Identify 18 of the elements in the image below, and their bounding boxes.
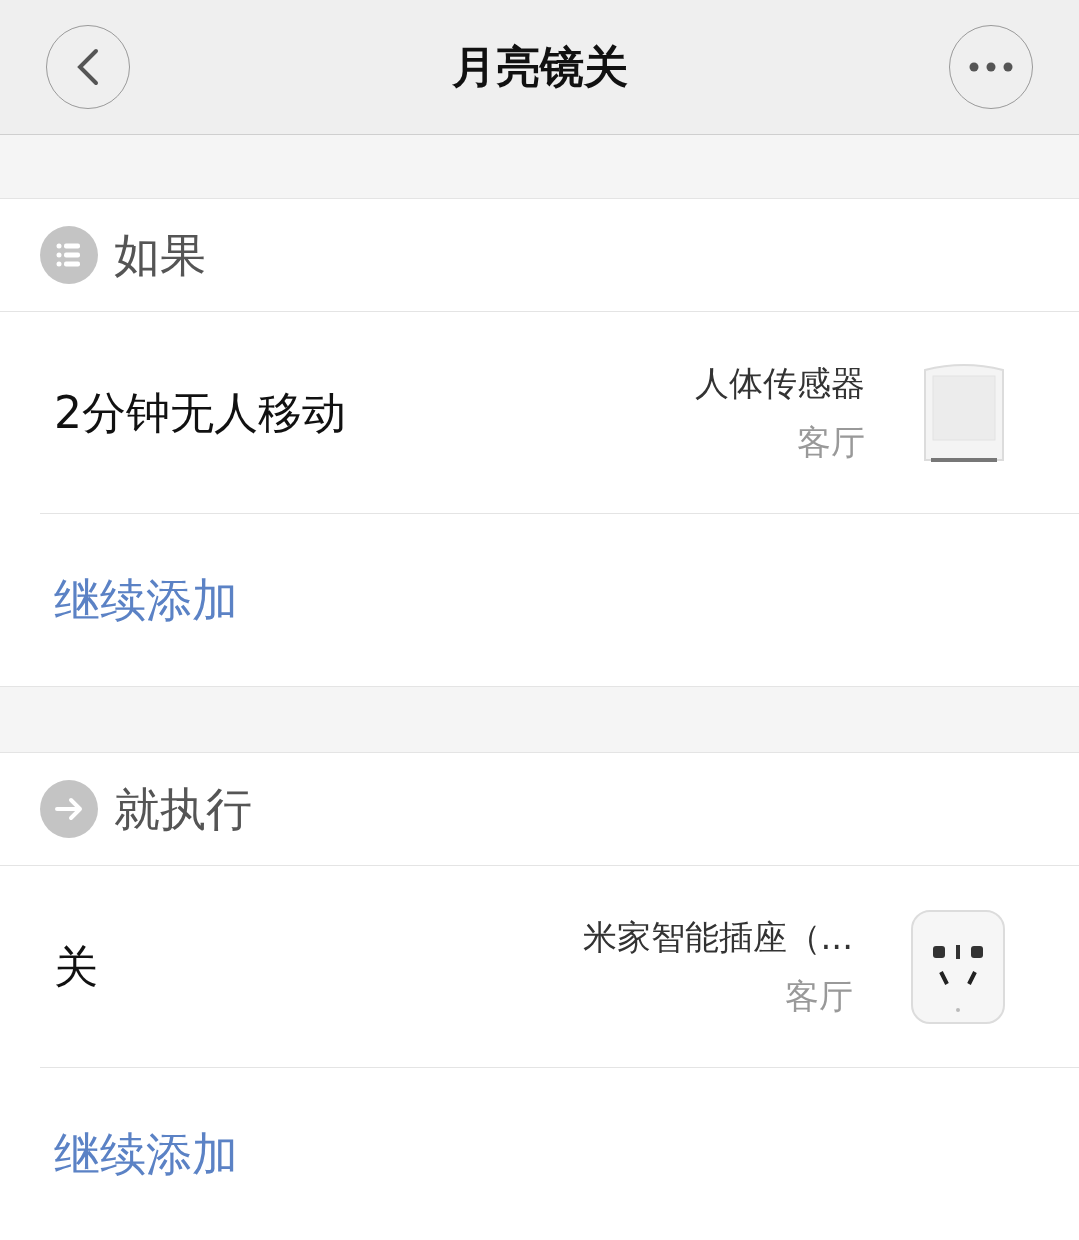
motion-sensor-icon: [923, 361, 1005, 464]
section-title: 就执行: [114, 780, 252, 838]
list-icon: [40, 226, 98, 284]
device-name: 人体传感器: [695, 361, 865, 405]
add-more-link[interactable]: 继续添加: [54, 565, 238, 635]
room-name: 客厅: [797, 420, 865, 464]
item-label: 2分钟无人移动: [54, 385, 347, 440]
power-socket-icon: [911, 909, 1005, 1024]
back-icon: [76, 48, 100, 86]
add-more-link[interactable]: 继续添加: [54, 1119, 238, 1189]
device-name: 米家智能插座（...: [582, 915, 853, 959]
more-icon: [969, 62, 1013, 72]
section-title: 如果: [114, 226, 206, 284]
rule-item[interactable]: 2分钟无人移动 人体传感器 客厅: [40, 312, 1079, 514]
page-title: 月亮镜关: [451, 40, 628, 94]
rule-item[interactable]: 关 米家智能插座（... 客厅: [40, 866, 1079, 1068]
item-label: 关: [54, 939, 99, 994]
room-name: 客厅: [785, 974, 853, 1018]
